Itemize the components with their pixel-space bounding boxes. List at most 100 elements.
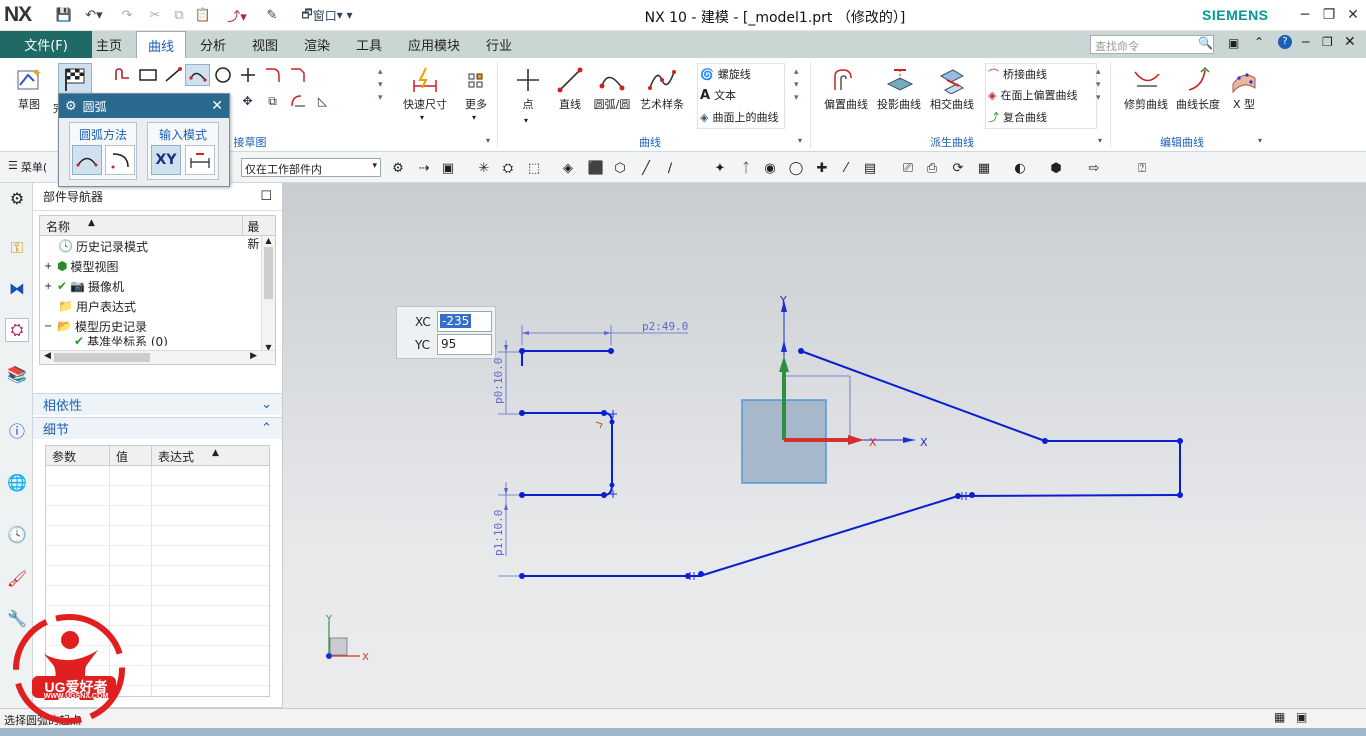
triangle-tool-icon[interactable]: ◺ [310,90,335,112]
wcs-x-arrow[interactable] [848,435,864,445]
sketch-group-expand-icon[interactable]: ▾ [486,136,490,145]
quadrant-icon[interactable]: ◯ [786,158,806,178]
doc-minimize-icon[interactable]: ─ [1302,35,1309,49]
details-section[interactable]: 细节 ⌃ [33,417,282,439]
three-point-arc-button[interactable] [72,145,102,175]
tab-home[interactable]: 主页 [86,31,132,58]
column-name[interactable]: 名称 ▲ [40,216,244,235]
layout-icon[interactable]: ▦ [974,158,994,178]
curve-gallery-scroll-icon[interactable]: ▴ ▾ ▾ [794,66,799,105]
column-parameter[interactable]: 参数 [46,446,110,465]
status-fullscreen-icon[interactable]: ▣ [1296,710,1307,724]
xy-mode-button[interactable]: XY [151,145,181,175]
touch-mode-icon[interactable]: ✎ [262,6,282,24]
tree-item[interactable]: 📁 用户表达式 [44,296,275,316]
end-point-icon[interactable]: ╱ [636,158,656,178]
parameter-mode-button[interactable] [185,145,215,175]
tab-curve[interactable]: 曲线 [136,31,186,58]
quick-dimension-dropdown-icon[interactable]: ▾ [420,113,424,122]
doc-restore-icon[interactable]: ❐ [1322,35,1333,49]
control-point-icon[interactable]: ✦ [710,158,730,178]
point-constructor-icon[interactable]: ▤ [860,158,880,178]
intersection-icon[interactable]: ᛏ [736,158,756,178]
column-expression[interactable]: 表达式 ▲ [152,446,225,465]
close-button[interactable]: ✕ [1340,3,1366,27]
move-curve-icon[interactable]: ✥ [235,90,260,112]
tree-item[interactable]: − 📂 模型历史记录 [44,316,275,336]
ribbon-options-icon[interactable]: ▣ [1228,36,1239,50]
file-menu[interactable]: 文件(F) [0,31,92,58]
derived-group-expand-icon[interactable]: ▾ [1098,136,1102,145]
help-icon[interactable]: ? [1278,35,1292,49]
curve-length-button[interactable]: 曲线长度 [1172,64,1224,112]
column-value[interactable]: 值 [110,446,152,465]
line-tool-icon[interactable] [160,64,185,86]
text-button[interactable]: A 文本 [700,85,736,105]
point-button[interactable]: 点 [508,64,548,112]
close-icon[interactable]: ✕ [211,98,223,114]
arc-dialog-titlebar[interactable]: ⚙ 圆弧 ✕ [59,94,229,118]
sketch-points[interactable] [519,348,1183,579]
tab-analysis[interactable]: 分析 [190,31,236,58]
curve-on-surface-button[interactable]: ◈ 曲面上的曲线 [700,107,778,127]
fillet-tool-icon[interactable] [260,64,285,86]
tree-item[interactable]: ✔ 基准坐标系 (0) [44,336,275,346]
select-curve-icon[interactable]: ▣ [438,158,458,178]
select-all-icon[interactable]: ⬡ [610,158,630,178]
camera-view-icon[interactable]: ⎙ [922,158,942,178]
finish-sketch-button[interactable] [58,63,92,95]
doc-close-icon[interactable]: ✕ [1344,34,1356,50]
settings-gear-icon[interactable]: ⚙ [5,186,29,210]
assembly-navigator-icon[interactable]: ⚿ [5,236,29,260]
scrollbar-thumb[interactable] [264,247,273,299]
select-body-icon[interactable]: ⬛ [586,158,606,178]
project-curve-button[interactable]: 投影曲线 [873,64,925,112]
paste-icon[interactable]: 📋 [194,6,212,24]
profile-icon[interactable] [110,64,135,86]
on-curve-icon[interactable]: ✚ [812,158,832,178]
arc-circle-button[interactable]: 圆弧/圆 [590,64,634,112]
intersect-curve-button[interactable]: 相交曲线 [926,64,978,112]
repeat-command-icon[interactable]: ⤴▾ [222,6,252,25]
undo-icon[interactable]: ↶▾ [82,6,106,24]
dimension-p1[interactable]: p1:10.0 [492,510,505,556]
feature-select-icon[interactable]: ✳ [474,158,494,178]
system-materials-icon[interactable]: 🖌 [5,566,29,590]
filter-icon[interactable]: ⇢ [414,158,434,178]
line-button[interactable]: 直线 [550,64,590,112]
scroll-up-icon[interactable]: ▲ [262,236,275,245]
constraint-navigator-icon[interactable]: ⧓ [5,276,29,300]
web-browser-icon[interactable]: 🌐 [5,470,29,494]
history-palette-icon[interactable]: 🕓 [5,522,29,546]
more-sketch-button[interactable]: 更多 [460,64,492,112]
offset-curve-button[interactable]: 偏置曲线 [820,64,872,112]
dependency-section[interactable]: 相依性 ⌄ [33,393,282,415]
more-dropdown-icon[interactable]: ▾ [472,113,476,122]
wcs-y-arrow[interactable] [779,356,789,372]
tab-view[interactable]: 视图 [242,31,288,58]
main-menu-button[interactable]: ☰ 菜单( [8,159,47,175]
hd3d-icon[interactable]: ⓘ [5,418,29,442]
vertical-scrollbar[interactable]: ▲ ▼ [261,236,275,352]
tree-item[interactable]: + ✔ 📷 摄像机 [44,276,275,296]
sketch-canvas[interactable]: p2:49.0 p0:10.0 p1:10.0 Y X X Y X [283,183,1366,708]
rectangle-icon[interactable] [135,64,160,86]
offset-curve-small-icon[interactable]: ⧉ [260,90,285,112]
trim-small-icon[interactable] [285,90,310,112]
composite-curve-button[interactable]: ⤴ 复合曲线 [988,107,1047,127]
reuse-library-icon[interactable]: 📚 [5,362,29,386]
point-tool-icon[interactable] [235,64,260,86]
tab-applications[interactable]: 应用模块 [398,31,470,58]
x-form-button[interactable]: X 型 [1226,64,1262,112]
chamfer-tool-icon[interactable] [285,64,310,86]
tree-item[interactable]: + ⬢ 模型视图 [44,256,275,276]
yc-input[interactable]: 95 [437,334,492,355]
copy-icon[interactable]: ⧉ [170,6,188,24]
bridge-curve-button[interactable]: ⌒ 桥接曲线 [988,64,1047,84]
minimize-button[interactable]: ─ [1292,3,1318,27]
sketch-button[interactable]: ✦ 草图 [10,64,48,112]
selection-scope-dropdown[interactable]: 仅在工作部件内 ▾ [241,158,381,177]
column-latest[interactable]: 最新 [243,216,275,251]
sketch-curves[interactable] [521,350,1181,577]
body-select-icon[interactable]: ⛭ [498,158,518,178]
